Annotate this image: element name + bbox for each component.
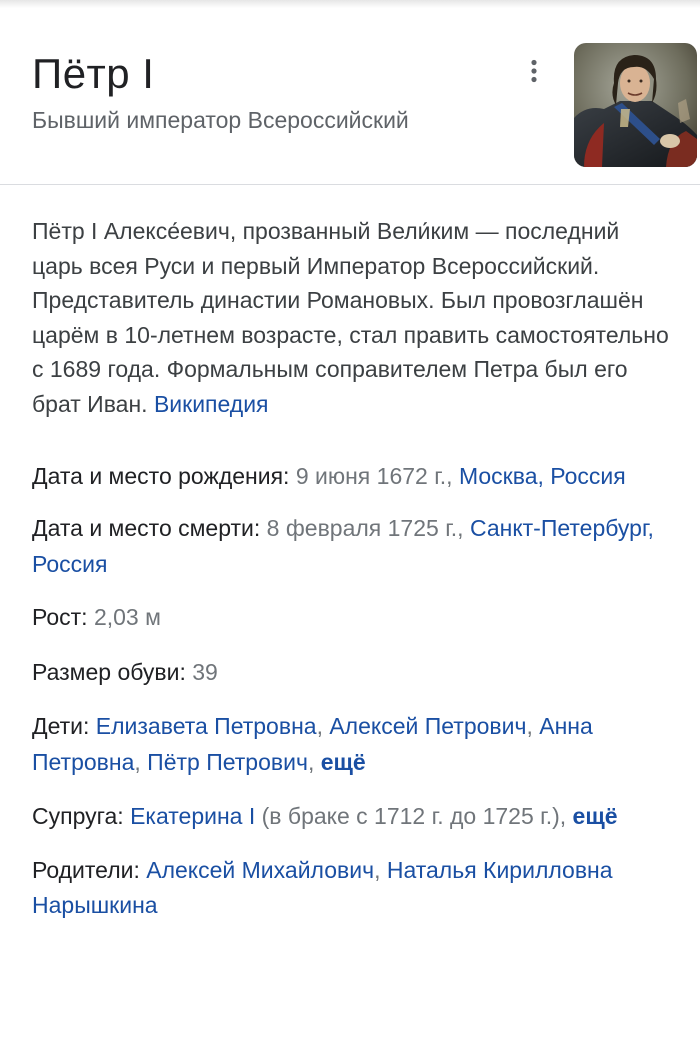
spouse-link[interactable]: Екатерина I <box>130 803 255 829</box>
knowledge-panel-content: Пётр I Алексе́евич, прозванный Вели́ким … <box>32 214 672 924</box>
entity-subtitle: Бывший император Всероссийский <box>32 107 409 133</box>
fact-shoe-value: 39 <box>192 658 218 685</box>
description-text: Пётр I Алексе́евич, прозванный Вели́ким … <box>32 218 669 417</box>
separator: , <box>374 856 387 883</box>
fact-death-label: Дата и место смерти: <box>32 515 267 542</box>
fact-death: Дата и место смерти: 8 февраля 1725 г., … <box>32 511 672 582</box>
knowledge-panel-header: Пётр I Бывший император Всероссийский <box>0 8 700 185</box>
more-vert-icon <box>531 59 537 83</box>
fact-death-date: 8 февраля 1725 г., <box>266 515 470 542</box>
fact-birth-date: 9 июня 1672 г., <box>295 462 459 489</box>
fact-children: Дети: Елизавета Петровна, Алексей Петров… <box>32 709 672 780</box>
entity-portrait[interactable] <box>574 43 697 167</box>
fact-spouse-detail: (в браке с 1712 г. до 1725 г.), <box>255 803 573 830</box>
fact-spouse: Супруга: Екатерина I (в браке с 1712 г. … <box>32 799 672 835</box>
portrait-image <box>574 43 697 167</box>
entity-title: Пётр I <box>32 50 155 97</box>
wikipedia-source-link[interactable]: Википедия <box>154 391 269 417</box>
fact-birth: Дата и место рождения: 9 июня 1672 г., М… <box>32 459 672 495</box>
fact-height-label: Рост: <box>32 604 94 631</box>
entity-description: Пётр I Алексе́евич, прозванный Вели́ким … <box>32 214 672 422</box>
separator: , <box>134 748 148 775</box>
child-link[interactable]: Алексей Петрович <box>329 713 526 739</box>
top-shadow <box>0 0 700 8</box>
fact-birth-place-link[interactable]: Москва, Россия <box>459 463 626 489</box>
separator: , <box>307 748 321 775</box>
child-link[interactable]: Пётр Петрович <box>147 749 308 775</box>
fact-birth-label: Дата и место рождения: <box>32 462 296 489</box>
fact-height: Рост: 2,03 м <box>32 600 672 636</box>
fact-parents-label: Родители: <box>32 856 147 883</box>
fact-spouse-label: Супруга: <box>32 803 131 830</box>
fact-children-label: Дети: <box>32 713 96 740</box>
fact-shoe-size: Размер обуви: 39 <box>32 655 672 691</box>
fact-height-value: 2,03 м <box>93 604 161 631</box>
fact-parents: Родители: Алексей Михайлович, Наталья Ки… <box>32 853 672 924</box>
child-link[interactable]: Елизавета Петровна <box>96 713 317 739</box>
parent-link[interactable]: Алексей Михайлович <box>146 857 374 883</box>
children-more-link[interactable]: ещё <box>321 749 366 775</box>
more-options-button[interactable] <box>516 52 552 92</box>
fact-shoe-label: Размер обуви: <box>32 658 193 685</box>
spouse-more-link[interactable]: ещё <box>573 803 618 829</box>
separator: , <box>526 713 540 740</box>
separator: , <box>316 713 330 740</box>
